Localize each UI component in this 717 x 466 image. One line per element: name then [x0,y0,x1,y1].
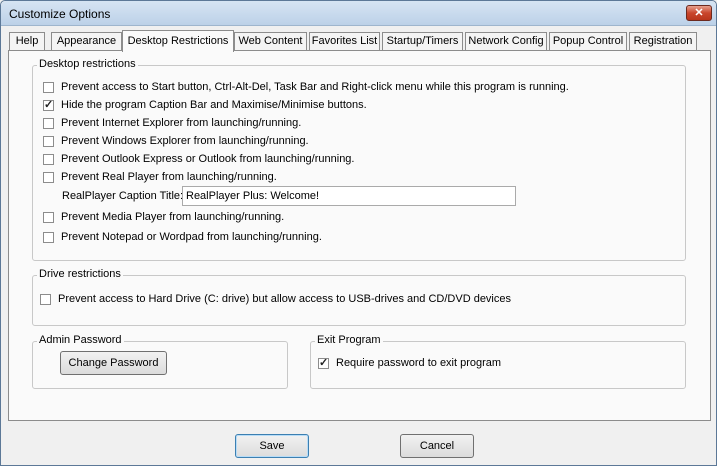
change-password-button[interactable]: Change Password [60,351,167,375]
tab-help[interactable]: Help [9,32,45,51]
tab-favorites-list[interactable]: Favorites List [309,32,380,51]
realplayer-caption-input[interactable] [182,186,516,206]
option-prevent-notepad[interactable]: Prevent Notepad or Wordpad from launchin… [43,230,322,244]
window-title: Customize Options [9,7,111,21]
option-label: Prevent Outlook Express or Outlook from … [61,153,355,165]
checkbox-checked[interactable] [318,356,329,369]
realplayer-caption-label: RealPlayer Caption Title: [62,190,184,202]
tab-web-content[interactable]: Web Content [234,32,307,51]
checkbox[interactable] [43,211,54,223]
tab-popup-control[interactable]: Popup Control [549,32,627,51]
tab-registration[interactable]: Registration [629,32,697,51]
tab-desktop-restrictions[interactable]: Desktop Restrictions [122,30,234,52]
option-label: Prevent Windows Explorer from launching/… [61,135,309,147]
option-hide-caption-bar[interactable]: Hide the program Caption Bar and Maximis… [43,98,367,112]
exit-program-legend: Exit Program [315,334,383,346]
checkbox[interactable] [43,81,54,93]
customize-options-window: Customize Options ✕ Help Appearance Desk… [0,0,717,466]
option-label: Prevent access to Start button, Ctrl-Alt… [61,81,569,93]
drive-restrictions-legend: Drive restrictions [37,268,123,280]
close-button[interactable]: ✕ [686,5,712,21]
option-prevent-internet-explorer[interactable]: Prevent Internet Explorer from launching… [43,116,301,130]
tab-appearance[interactable]: Appearance [51,32,122,51]
close-icon: ✕ [694,7,704,19]
option-prevent-hard-drive-access[interactable]: Prevent access to Hard Drive (C: drive) … [40,292,511,306]
admin-password-legend: Admin Password [37,334,124,346]
checkbox[interactable] [43,135,54,147]
checkbox-checked[interactable] [43,98,54,111]
save-button[interactable]: Save [235,434,309,458]
tab-bar: Help Appearance Desktop Restrictions Web… [9,30,709,52]
option-label: Prevent Real Player from launching/runni… [61,171,277,183]
option-require-exit-password[interactable]: Require password to exit program [318,356,501,370]
cancel-button[interactable]: Cancel [400,434,474,458]
tab-network-config[interactable]: Network Config [465,32,547,51]
option-label: Hide the program Caption Bar and Maximis… [61,99,367,111]
checkbox[interactable] [43,117,54,129]
checkbox[interactable] [43,231,54,243]
checkbox[interactable] [40,293,51,305]
option-label: Prevent Media Player from launching/runn… [61,211,285,223]
title-bar[interactable]: Customize Options ✕ [1,1,716,26]
option-label: Prevent Notepad or Wordpad from launchin… [61,231,322,243]
option-prevent-media-player[interactable]: Prevent Media Player from launching/runn… [43,210,284,224]
option-label: Prevent Internet Explorer from launching… [61,117,302,129]
option-prevent-real-player[interactable]: Prevent Real Player from launching/runni… [43,170,277,184]
option-prevent-outlook[interactable]: Prevent Outlook Express or Outlook from … [43,152,354,166]
desktop-restrictions-legend: Desktop restrictions [37,58,138,70]
checkbox[interactable] [43,171,54,183]
option-prevent-start-button[interactable]: Prevent access to Start button, Ctrl-Alt… [43,80,569,94]
option-label: Require password to exit program [336,357,502,369]
option-prevent-windows-explorer[interactable]: Prevent Windows Explorer from launching/… [43,134,309,148]
option-label: Prevent access to Hard Drive (C: drive) … [58,293,511,305]
tab-startup-timers[interactable]: Startup/Timers [382,32,463,51]
checkbox[interactable] [43,153,54,165]
tab-panel-desktop-restrictions: Desktop restrictions Prevent access to S… [8,50,711,421]
